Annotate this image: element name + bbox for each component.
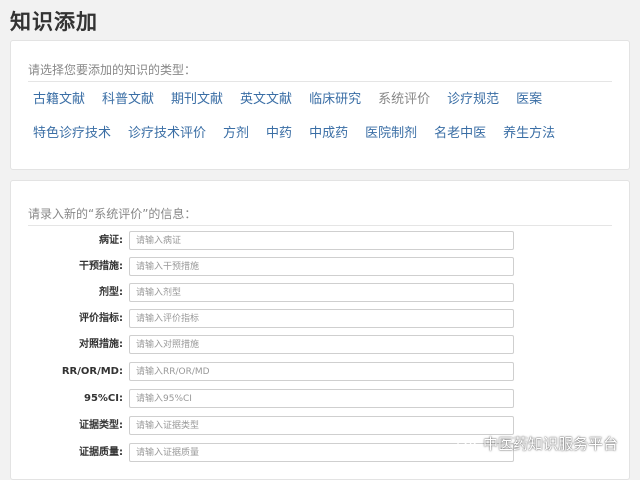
form-row-ganyucuoshi: 干预措施: (11, 256, 631, 278)
type-link-yian[interactable]: 医案 (516, 90, 542, 110)
form-label: 干预措施: (79, 261, 123, 272)
95ci-input[interactable] (129, 389, 514, 408)
bingzheng-input[interactable] (129, 231, 514, 250)
type-link-yangshengfangfa[interactable]: 养生方法 (503, 124, 555, 144)
form-row-95ci: 95%CI: (11, 388, 631, 410)
ganyucuoshi-input[interactable] (129, 257, 514, 276)
type-link-yingwenwenxian[interactable]: 英文文献 (240, 90, 292, 110)
form-label: 评价指标: (79, 313, 123, 324)
form-label: 证据类型: (79, 420, 123, 431)
type-link-qikanwenxian[interactable]: 期刊文献 (171, 90, 223, 110)
form-row-pingjiazhibiao: 评价指标: (11, 308, 631, 330)
form-label: 对照措施: (79, 339, 123, 350)
type-link-yiyuanzhiji[interactable]: 医院制剂 (365, 124, 417, 144)
type-link-xitongpingjia[interactable]: 系统评价 (378, 90, 430, 110)
type-link-gujiwenxian[interactable]: 古籍文献 (33, 90, 85, 110)
watermark: 中医药知识服务平台 (457, 433, 618, 454)
form-label: 95%CI: (84, 393, 123, 404)
type-selector-prompt: 请选择您要添加的知识的类型： (28, 61, 612, 82)
type-list: 古籍文献 科普文献 期刊文献 英文文献 临床研究 系统评价 诊疗规范 医案 特色… (33, 90, 613, 144)
form-row-jixing: 剂型: (11, 282, 631, 304)
rr-or-md-input[interactable] (129, 362, 514, 381)
pingjiazhibiao-input[interactable] (129, 309, 514, 328)
watermark-text: 中医药知识服务平台 (482, 435, 618, 453)
form-row-bingzheng: 病证: (11, 230, 631, 252)
form-label: 病证: (99, 235, 123, 246)
type-link-zhongyao[interactable]: 中药 (266, 124, 292, 144)
form-label: 证据质量: (79, 447, 123, 458)
wechat-icon (457, 435, 477, 451)
type-link-kepuwenxian[interactable]: 科普文献 (102, 90, 154, 110)
type-link-zhongchengyao[interactable]: 中成药 (309, 124, 348, 144)
type-link-fangji[interactable]: 方剂 (223, 124, 249, 144)
form-label: RR/OR/MD: (61, 366, 123, 377)
type-link-minglaozhongyi[interactable]: 名老中医 (434, 124, 486, 144)
duizhaocuoshi-input[interactable] (129, 335, 514, 354)
form-row-duizhaocuoshi: 对照措施: (11, 334, 631, 356)
type-link-zhenliaoguifan[interactable]: 诊疗规范 (447, 90, 499, 110)
type-link-linchuangyanjiu[interactable]: 临床研究 (309, 90, 361, 110)
form-row-rr-or-md: RR/OR/MD: (11, 361, 631, 383)
form-label: 剂型: (99, 287, 123, 298)
type-link-tesezhenliaojishu[interactable]: 特色诊疗技术 (33, 124, 111, 144)
jixing-input[interactable] (129, 283, 514, 302)
page-title: 知识添加 (10, 10, 98, 34)
form-prompt: 请录入新的“系统评价”的信息： (28, 205, 612, 226)
type-selector-panel: 请选择您要添加的知识的类型： 古籍文献 科普文献 期刊文献 英文文献 临床研究 … (10, 40, 630, 170)
type-link-zhenliaojishupingjia[interactable]: 诊疗技术评价 (128, 124, 206, 144)
